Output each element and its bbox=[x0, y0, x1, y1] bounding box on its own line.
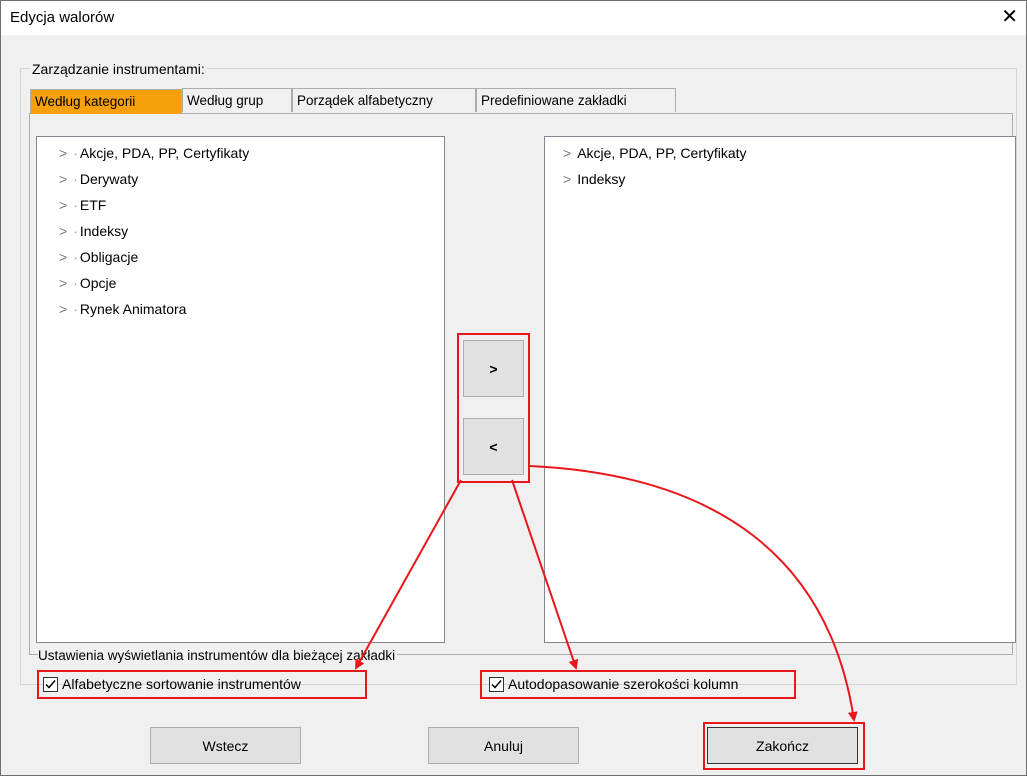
window-title: Edycja walorów bbox=[10, 9, 115, 26]
chevron-right-icon[interactable]: > bbox=[59, 171, 67, 187]
chevron-right-icon[interactable]: > bbox=[59, 301, 67, 317]
list-item[interactable]: > · Derywaty bbox=[59, 171, 138, 187]
list-item[interactable]: > · Akcje, PDA, PP, Certyfikaty bbox=[59, 145, 249, 161]
available-instruments-list[interactable]: > · Akcje, PDA, PP, Certyfikaty > · Derywaty… bbox=[36, 136, 445, 643]
list-item[interactable]: > Akcje, PDA, PP, Certyfikaty bbox=[563, 145, 747, 161]
annotation-box-finish bbox=[703, 722, 865, 770]
back-button[interactable]: Wstecz bbox=[150, 727, 301, 764]
tab-alphabetical[interactable]: Porządek alfabetyczny bbox=[292, 88, 476, 112]
settings-label: Ustawienia wyświetlania instrumentów dla… bbox=[38, 648, 398, 663]
title-bar: Edycja walorów ✕ bbox=[1, 1, 1026, 35]
tab-by-category[interactable]: Według kategorii bbox=[30, 89, 182, 114]
close-icon[interactable]: ✕ bbox=[1001, 7, 1018, 27]
tab-by-group[interactable]: Według grup bbox=[182, 88, 292, 112]
list-item[interactable]: > Indeksy bbox=[563, 171, 625, 187]
annotation-box-alpha-sort bbox=[37, 670, 367, 699]
chevron-right-icon[interactable]: > bbox=[563, 171, 571, 187]
list-item[interactable]: > · Rynek Animatora bbox=[59, 301, 186, 317]
chevron-right-icon[interactable]: > bbox=[59, 223, 67, 239]
selected-instruments-list[interactable]: > Akcje, PDA, PP, Certyfikaty > Indeksy bbox=[544, 136, 1016, 643]
list-item[interactable]: > · ETF bbox=[59, 197, 106, 213]
tab-predefined[interactable]: Predefiniowane zakładki bbox=[476, 88, 676, 112]
annotation-box-move-buttons bbox=[457, 333, 530, 483]
chevron-right-icon[interactable]: > bbox=[59, 197, 67, 213]
cancel-button[interactable]: Anuluj bbox=[428, 727, 579, 764]
group-label: Zarządzanie instrumentami: bbox=[30, 61, 207, 77]
chevron-right-icon[interactable]: > bbox=[59, 275, 67, 291]
chevron-right-icon[interactable]: > bbox=[563, 145, 571, 161]
list-item[interactable]: > · Opcje bbox=[59, 275, 116, 291]
chevron-right-icon[interactable]: > bbox=[59, 249, 67, 265]
annotation-box-autofit bbox=[480, 670, 796, 699]
chevron-right-icon[interactable]: > bbox=[59, 145, 67, 161]
list-item[interactable]: > · Indeksy bbox=[59, 223, 128, 239]
list-item[interactable]: > · Obligacje bbox=[59, 249, 138, 265]
